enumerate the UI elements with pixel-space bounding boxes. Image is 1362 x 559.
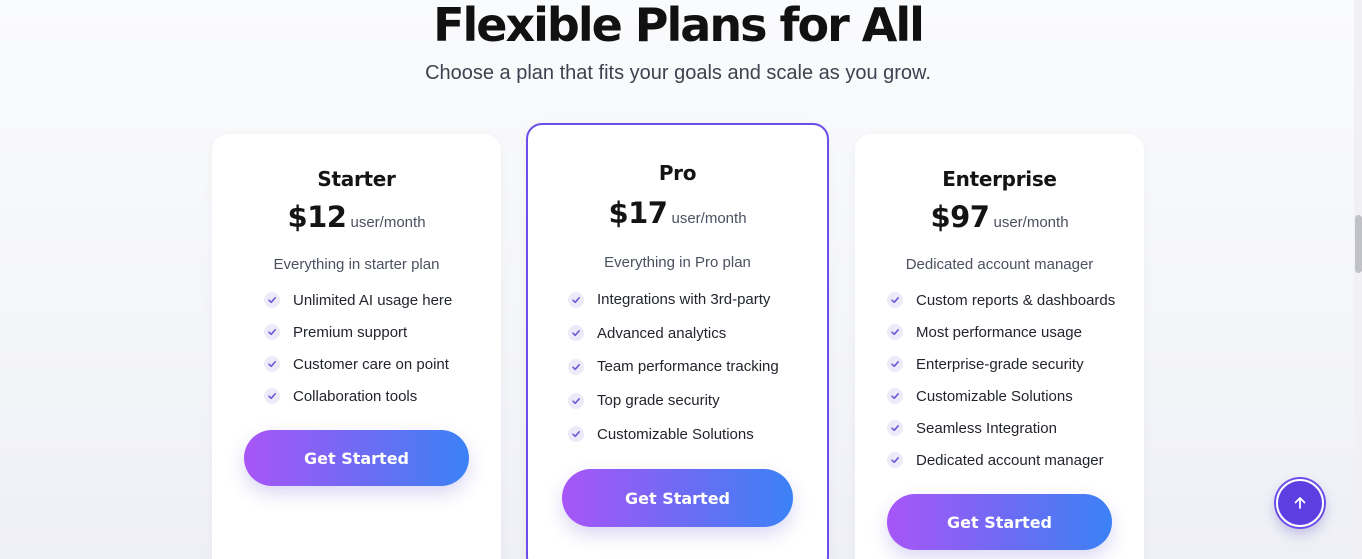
feature-label: Customer care on point bbox=[293, 355, 449, 373]
feature-item: Custom reports & dashboards bbox=[887, 284, 1115, 316]
page-subtitle: Choose a plan that fits your goals and s… bbox=[425, 62, 931, 84]
check-icon bbox=[568, 392, 584, 409]
pricing-card-enterprise: Enterprise $97 user/month Dedicated accou… bbox=[855, 134, 1144, 559]
pricing-card-starter: Starter $12 user/month Everything in star… bbox=[212, 134, 501, 559]
feature-label: Unlimited AI usage here bbox=[293, 291, 453, 309]
price-row: $97 user/month bbox=[855, 200, 1144, 234]
feature-label: Most performance usage bbox=[916, 323, 1082, 341]
feature-item: Customizable Solutions bbox=[568, 417, 779, 451]
check-icon bbox=[887, 324, 903, 340]
plan-price: $97 bbox=[930, 200, 990, 234]
price-row: $12 user/month bbox=[212, 200, 501, 234]
pricing-page: Flexible Plans for All Choose a plan tha… bbox=[0, 0, 1362, 559]
scrollbar-track[interactable] bbox=[1354, 0, 1362, 559]
feature-item: Most performance usage bbox=[887, 316, 1115, 348]
plan-period: user/month bbox=[350, 214, 426, 231]
feature-item: Top grade security bbox=[568, 384, 779, 418]
check-icon bbox=[264, 356, 280, 372]
feature-item: Premium support bbox=[264, 316, 452, 348]
check-icon bbox=[887, 420, 903, 436]
feature-label: Premium support bbox=[293, 323, 408, 341]
feature-item: Dedicated account manager bbox=[887, 444, 1115, 476]
plan-description: Dedicated account manager bbox=[905, 256, 1094, 273]
plan-period: user/month bbox=[993, 214, 1069, 231]
feature-item: Team performance tracking bbox=[568, 350, 779, 384]
plan-price: $17 bbox=[608, 196, 668, 230]
feature-item: Customizable Solutions bbox=[887, 380, 1115, 412]
get-started-button-starter[interactable]: Get Started bbox=[244, 430, 469, 486]
feature-list: Integrations with 3rd-party Advanced ana… bbox=[568, 283, 779, 451]
scroll-to-top-button[interactable] bbox=[1276, 479, 1324, 527]
feature-label: Top grade security bbox=[597, 392, 720, 410]
scrollbar-thumb[interactable] bbox=[1355, 215, 1362, 273]
plan-period: user/month bbox=[671, 210, 747, 227]
feature-label: Customizable Solutions bbox=[916, 387, 1073, 405]
feature-item: Customer care on point bbox=[264, 348, 452, 380]
feature-label: Dedicated account manager bbox=[916, 451, 1104, 469]
plan-description: Everything in Pro plan bbox=[604, 254, 751, 271]
feature-label: Advanced analytics bbox=[597, 324, 727, 342]
check-icon bbox=[568, 426, 584, 443]
check-icon bbox=[568, 291, 584, 308]
check-icon bbox=[887, 356, 903, 372]
feature-label: Custom reports & dashboards bbox=[916, 291, 1116, 309]
check-icon bbox=[568, 325, 584, 342]
check-icon bbox=[264, 388, 280, 404]
feature-item: Advanced analytics bbox=[568, 317, 779, 351]
page-title: Flexible Plans for All bbox=[433, 0, 925, 52]
feature-list: Unlimited AI usage here Premium support … bbox=[264, 284, 452, 412]
feature-item: Collaboration tools bbox=[264, 380, 452, 412]
check-icon bbox=[264, 292, 280, 308]
check-icon bbox=[887, 452, 903, 468]
price-row: $17 user/month bbox=[528, 196, 827, 230]
get-started-button-enterprise[interactable]: Get Started bbox=[887, 494, 1112, 550]
plan-name: Pro bbox=[658, 161, 697, 185]
feature-item: Integrations with 3rd-party bbox=[568, 283, 779, 317]
feature-label: Integrations with 3rd-party bbox=[597, 291, 771, 309]
feature-label: Team performance tracking bbox=[597, 358, 779, 376]
plan-name: Starter bbox=[317, 167, 396, 191]
check-icon bbox=[264, 324, 280, 340]
pricing-card-pro: Pro $17 user/month Everything in Pro plan… bbox=[526, 123, 829, 559]
feature-label: Seamless Integration bbox=[916, 419, 1057, 437]
feature-label: Customizable Solutions bbox=[597, 425, 754, 443]
check-icon bbox=[887, 292, 903, 308]
plan-name: Enterprise bbox=[942, 167, 1057, 191]
feature-item: Enterprise-grade security bbox=[887, 348, 1115, 380]
arrow-up-icon bbox=[1291, 494, 1309, 512]
feature-label: Collaboration tools bbox=[293, 387, 418, 405]
plan-description: Everything in starter plan bbox=[273, 256, 440, 273]
feature-label: Enterprise-grade security bbox=[916, 355, 1084, 373]
feature-list: Custom reports & dashboards Most perform… bbox=[887, 284, 1115, 476]
check-icon bbox=[568, 358, 584, 375]
feature-item: Unlimited AI usage here bbox=[264, 284, 452, 316]
plan-price: $12 bbox=[287, 200, 347, 234]
feature-item: Seamless Integration bbox=[887, 412, 1115, 444]
get-started-button-pro[interactable]: Get Started bbox=[562, 469, 793, 527]
check-icon bbox=[887, 388, 903, 404]
